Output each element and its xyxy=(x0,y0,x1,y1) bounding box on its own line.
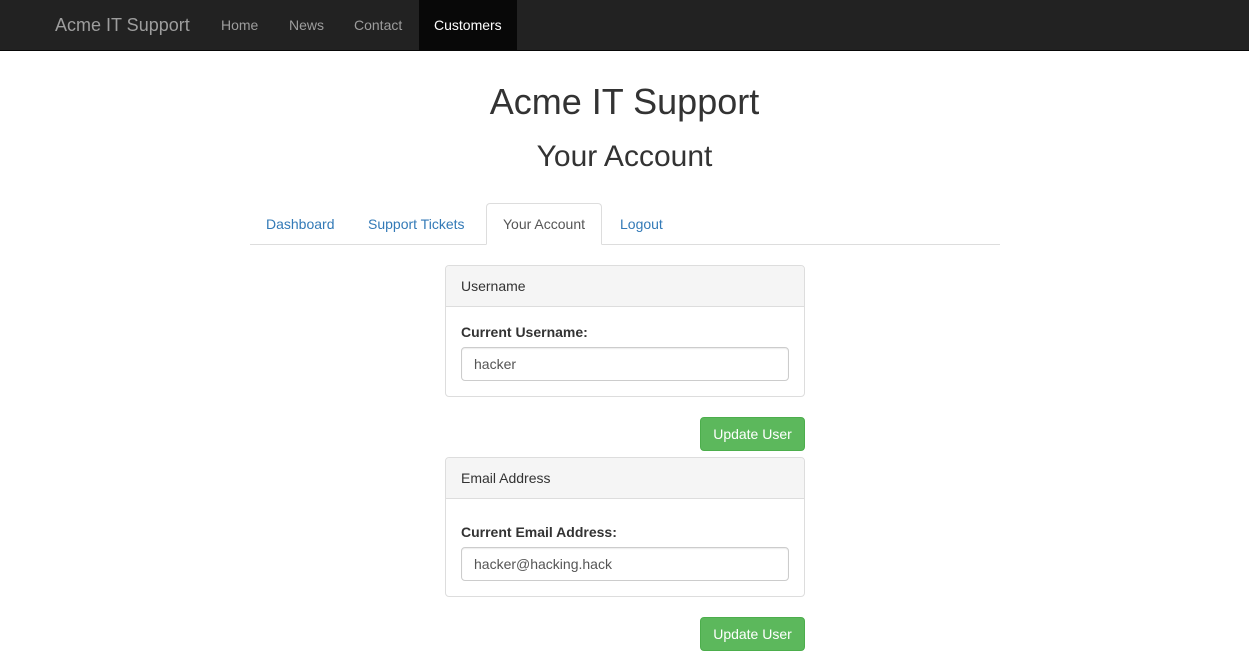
email-panel: Email Address Current Email Address: xyxy=(445,457,805,597)
email-panel-body: Current Email Address: xyxy=(446,499,804,596)
username-panel-heading: Username xyxy=(446,266,804,307)
nav-link-news[interactable]: News xyxy=(289,0,324,51)
nav-link-contact[interactable]: Contact xyxy=(354,0,402,51)
navbar-brand[interactable]: Acme IT Support xyxy=(55,0,190,51)
top-navbar: Acme IT Support Home News Contact Custom… xyxy=(0,0,1249,51)
username-panel: Username Current Username: xyxy=(445,265,805,397)
page-title: Acme IT Support xyxy=(489,81,760,122)
tab-your-account[interactable]: Your Account xyxy=(486,203,602,245)
current-username-label: Current Username: xyxy=(461,324,588,340)
email-panel-heading: Email Address xyxy=(446,458,804,499)
update-email-button[interactable]: Update User xyxy=(700,617,805,651)
account-tabs: Dashboard Support Tickets Your Account L… xyxy=(250,203,1000,245)
username-panel-body: Current Username: xyxy=(446,307,804,396)
tab-dashboard[interactable]: Dashboard xyxy=(250,203,351,245)
current-email-label: Current Email Address: xyxy=(461,524,617,540)
update-username-button[interactable]: Update User xyxy=(700,417,805,451)
current-email-input[interactable] xyxy=(461,547,789,581)
tab-support-tickets[interactable]: Support Tickets xyxy=(352,203,481,245)
page-subtitle: Your Account xyxy=(536,140,713,173)
current-username-input[interactable] xyxy=(461,347,789,381)
tab-logout[interactable]: Logout xyxy=(604,203,679,245)
nav-link-home[interactable]: Home xyxy=(221,0,258,51)
nav-link-customers[interactable]: Customers xyxy=(419,0,517,51)
